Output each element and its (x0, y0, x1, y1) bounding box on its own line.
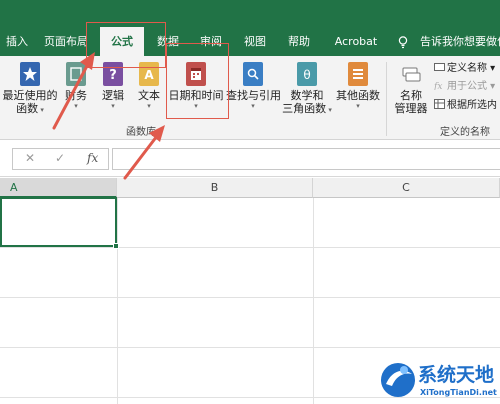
annotation-arrows (52, 52, 165, 180)
watermark-subtitle: XiTongTianDi.net (420, 388, 497, 397)
watermark-title: 系统天地 (418, 364, 495, 386)
